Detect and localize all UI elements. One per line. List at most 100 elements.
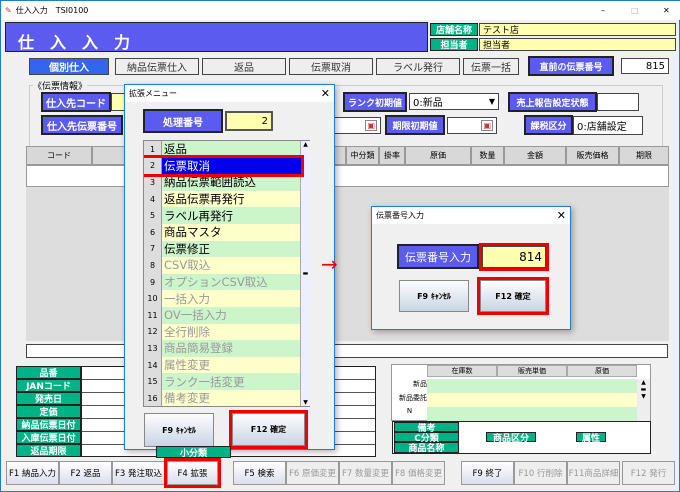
stock-row-label: N [406, 407, 413, 415]
prev-slip-value: 815 [621, 58, 669, 74]
menu-item-number: 4 [144, 190, 162, 208]
table-row[interactable] [26, 165, 669, 187]
slip-info-group-label: 《伝票情報》 [33, 79, 88, 92]
f5-button[interactable]: F5 検索 [233, 461, 286, 485]
f10-button[interactable]: F10 行削除 [514, 461, 567, 485]
f6-button[interactable]: F6 原価変更 [286, 461, 339, 485]
menu-item-6[interactable]: 6 商品マスタ [144, 224, 301, 241]
tax-label: 課税区分 [524, 115, 573, 135]
menu-item-10[interactable]: 10 一括入力 [144, 290, 301, 307]
tab-return[interactable]: 返品 [202, 58, 286, 75]
menu-item-3[interactable]: 3 納品伝票範囲読込 [144, 174, 301, 191]
proc-number-label: 処理番号 [143, 109, 223, 133]
tab-slip-cancel[interactable]: 伝票取消 [289, 58, 373, 75]
menu-item-label: 伝票取消 [162, 157, 301, 175]
menu-item-label: 一括入力 [162, 290, 301, 307]
f2-button[interactable]: F2 返品 [59, 461, 112, 485]
maximize-button[interactable]: □ [631, 6, 639, 15]
menu-item-number: 2 [144, 157, 162, 175]
menu-item-number: 11 [144, 307, 162, 324]
calendar-icon[interactable]: ▣ [365, 120, 377, 131]
store-name-value: テスト店 [479, 23, 676, 36]
title-bar: ✎ 仕入入力 TSI0100 – □ ✕ [1, 1, 680, 20]
supplier-slip-input[interactable]: ▣ [331, 117, 381, 134]
tab-slip-batch[interactable]: 伝票一括 [463, 58, 519, 75]
window-title: 仕入入力 TSI0100 [15, 6, 89, 15]
minimize-button[interactable]: – [601, 6, 605, 15]
detail-label: 品番 [16, 366, 81, 379]
f7-button[interactable]: F7 数量変更 [339, 461, 392, 485]
close-icon[interactable]: ✕ [557, 209, 566, 222]
calendar-icon[interactable]: ▣ [481, 120, 493, 131]
close-button[interactable]: ✕ [663, 6, 670, 15]
tab-label-issue[interactable]: ラベル発行 [376, 58, 460, 75]
app-icon: ✎ [5, 6, 12, 15]
product-type-label: 商品区分 [486, 432, 536, 444]
tab-delivery-slip[interactable]: 納品伝票仕入 [115, 58, 199, 75]
extension-menu-list: 1 返品 2 伝票取消 3 納品伝票範囲読込 4 返品伝票再発行 5 ラベル再発行 6 商品マスタ 7 伝… [143, 140, 310, 407]
close-icon[interactable]: ✕ [321, 87, 330, 100]
menu-item-9[interactable]: 9 オプションCSV取込 [144, 273, 301, 291]
stock-row-label: 新品 [413, 380, 427, 388]
slip-number-label: 伝票番号入力 [397, 244, 479, 269]
rank-label: ランク初期値 [343, 92, 407, 112]
menu-item-16[interactable]: 16 備考変更 [144, 390, 301, 406]
detail-label: 発売日 [16, 392, 81, 405]
attribute-label: 属性 [576, 432, 606, 444]
menu-item-12[interactable]: 12 全行削除 [144, 323, 301, 341]
f8-button[interactable]: F8 価格変更 [392, 461, 445, 485]
menu-item-number: 6 [144, 224, 162, 241]
f11-button[interactable]: F11商品詳細 [567, 461, 620, 485]
menu-item-14[interactable]: 14 属性変更 [144, 356, 301, 374]
chevron-down-icon[interactable]: ▼ [489, 97, 495, 106]
cancel-button[interactable]: F9 ｷｬﾝｾﾙ [399, 280, 469, 312]
grid-empty-area [26, 187, 669, 341]
store-name-label: 店舗名称 [430, 23, 478, 36]
slip-number-input[interactable]: 814 [479, 243, 549, 271]
tax-value: 0:店舗設定 [573, 116, 643, 135]
page-title: 仕 入 入 力 [5, 22, 428, 52]
menu-item-number: 7 [144, 240, 162, 258]
stock-row[interactable] [427, 393, 637, 407]
f9-button[interactable]: F9 終了 [461, 461, 514, 485]
menu-item-1[interactable]: 1 返品 [144, 141, 301, 158]
expiry-input[interactable]: ▣ [447, 117, 497, 134]
menu-item-label: ラベル再発行 [162, 207, 301, 224]
expiry-label: 期限初期値 [385, 115, 445, 135]
menu-item-15[interactable]: 15 ランク一括変更 [144, 373, 301, 390]
extension-menu-dialog: 拡張メニュー ✕ 処理番号 2 1 返品 2 伝票取消 3 納品伝票範囲読込 4 返品伝票再発行… [124, 84, 335, 450]
confirm-button[interactable]: F12 確定 [229, 410, 308, 449]
stock-row-label: 新品委託 [399, 394, 427, 402]
menu-item-label: OV一括入力 [162, 307, 301, 324]
scrollbar[interactable]: ▲ ▬ ▼ [300, 141, 310, 406]
rank-select-value: 0:新品 [413, 98, 443, 109]
col-mid-class: 中分類 [346, 146, 379, 165]
menu-item-13[interactable]: 13 商品簡易登録 [144, 340, 301, 357]
col-rate: 掛率 [379, 146, 405, 165]
menu-item-4[interactable]: 4 返品伝票再発行 [144, 190, 301, 208]
f12-button[interactable]: F12 発行 [622, 461, 675, 485]
rank-select[interactable]: 0:新品 ▼ [409, 93, 499, 110]
menu-item-8[interactable]: 8 CSV取込 [144, 257, 301, 274]
proc-number-input[interactable]: 2 [225, 111, 273, 131]
stock-row[interactable] [427, 379, 637, 393]
menu-item-7[interactable]: 7 伝票修正 [144, 240, 301, 258]
stock-row[interactable] [427, 407, 637, 421]
confirm-button[interactable]: F12 確定 [477, 277, 549, 315]
menu-item-5[interactable]: 5 ラベル再発行 [144, 207, 301, 224]
f3-button[interactable]: F3 発注取込 [112, 461, 165, 485]
menu-item-11[interactable]: 11 OV一括入力 [144, 307, 301, 324]
f4-button[interactable]: F4 拡張 [164, 458, 221, 488]
menu-item-label: 商品マスタ [162, 224, 301, 241]
staff-label: 担当者 [430, 38, 478, 51]
menu-item-number: 12 [144, 323, 162, 341]
menu-item-label: 全行削除 [162, 323, 301, 341]
sales-report-label: 売上報告設定状態 [508, 92, 597, 112]
scrollbar[interactable]: ▲ ▬ ▼ [637, 379, 650, 421]
arrow-icon: → [321, 252, 338, 276]
tab-individual[interactable]: 個別仕入 [29, 58, 109, 75]
menu-item-number: 16 [144, 390, 162, 406]
cancel-button[interactable]: F9 ｷｬﾝｾﾙ [144, 413, 214, 447]
menu-item-2[interactable]: 2 伝票取消 [144, 154, 304, 178]
f1-button[interactable]: F1 納品入力 [6, 461, 59, 485]
